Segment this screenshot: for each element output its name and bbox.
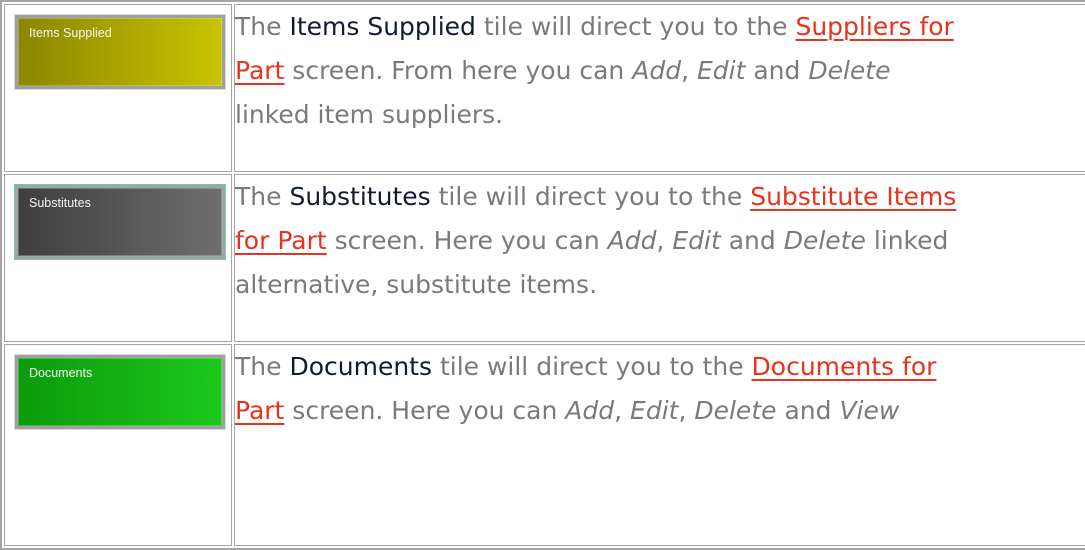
tile-name-strong: Substitutes: [289, 182, 431, 211]
tile-label: Documents: [29, 366, 93, 380]
text-fragment: The: [235, 182, 290, 211]
action-add: Add: [632, 56, 682, 85]
text-fragment: linked: [865, 226, 949, 255]
description-text: The Items Supplied tile will direct you …: [235, 5, 1085, 137]
text-fragment: ,: [681, 56, 697, 85]
action-delete: Delete: [783, 226, 866, 255]
action-edit: Edit: [672, 226, 721, 255]
description-cell: The Documents tile will direct you to th…: [234, 344, 1085, 546]
action-add: Add: [607, 226, 657, 255]
text-fragment: and: [720, 226, 784, 255]
text-fragment: and: [776, 396, 840, 425]
substitute-items-for-part-link[interactable]: for Part: [235, 226, 327, 255]
table-row: Items Supplied The Items Supplied tile w…: [4, 4, 1085, 172]
tile-cell: Items Supplied: [4, 4, 232, 172]
items-supplied-tile[interactable]: Items Supplied: [14, 14, 226, 90]
tile-name-strong: Documents: [289, 352, 432, 381]
text-fragment: screen. From here you can: [284, 56, 633, 85]
substitute-items-for-part-link[interactable]: Substitute Items: [750, 182, 956, 211]
text-fragment: and: [745, 56, 809, 85]
text-fragment: screen. Here you can: [284, 396, 566, 425]
text-fragment: screen. Here you can: [326, 226, 608, 255]
suppliers-for-part-link[interactable]: Suppliers for: [795, 12, 953, 41]
text-fragment: alternative, substitute items.: [235, 270, 598, 299]
text-fragment: ,: [678, 396, 695, 425]
description-text: The Documents tile will direct you to th…: [235, 345, 1085, 433]
action-edit: Edit: [696, 56, 746, 85]
action-add: Add: [565, 396, 615, 425]
text-fragment: The: [235, 12, 290, 41]
table-row: Substitutes The Substitutes tile will di…: [4, 174, 1085, 342]
description-cell: The Items Supplied tile will direct you …: [234, 4, 1085, 172]
action-view: View: [839, 396, 900, 425]
text-fragment: ,: [614, 396, 631, 425]
tiles-help-table: Items Supplied The Items Supplied tile w…: [0, 0, 1085, 550]
tile-cell: Substitutes: [4, 174, 232, 342]
description-text: The Substitutes tile will direct you to …: [235, 175, 1085, 307]
documents-tile[interactable]: Documents: [14, 354, 226, 430]
action-delete: Delete: [808, 56, 891, 85]
action-delete: Delete: [694, 396, 777, 425]
substitutes-tile[interactable]: Substitutes: [14, 184, 226, 260]
text-fragment: linked item suppliers.: [235, 100, 504, 129]
text-fragment: tile will direct you to the: [475, 12, 796, 41]
description-cell: The Substitutes tile will direct you to …: [234, 174, 1085, 342]
text-fragment: tile will direct you to the: [430, 182, 751, 211]
documents-for-part-link[interactable]: Documents for: [752, 352, 937, 381]
documents-for-part-link[interactable]: Part: [235, 396, 284, 425]
text-fragment: The: [235, 352, 290, 381]
table-row: Documents The Documents tile will direct…: [4, 344, 1085, 546]
action-edit: Edit: [630, 396, 679, 425]
text-fragment: tile will direct you to the: [432, 352, 752, 381]
text-fragment: ,: [656, 226, 673, 255]
tile-cell: Documents: [4, 344, 232, 546]
suppliers-for-part-link[interactable]: Part: [235, 56, 284, 85]
tile-name-strong: Items Supplied: [289, 12, 476, 41]
tile-label: Items Supplied: [29, 26, 112, 40]
tile-label: Substitutes: [29, 196, 91, 210]
